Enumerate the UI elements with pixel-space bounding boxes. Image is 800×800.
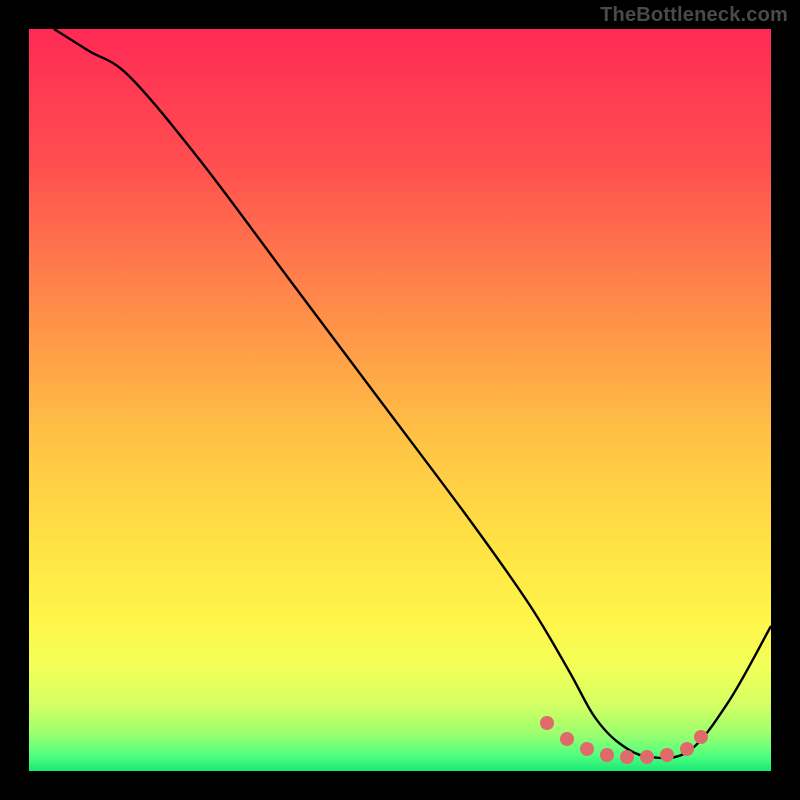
curve-marker [560, 732, 574, 746]
plot-area [29, 29, 771, 771]
chart-container: TheBottleneck.com [0, 0, 800, 800]
curve-marker [694, 730, 708, 744]
curve-marker [580, 742, 594, 756]
bottleneck-curve [29, 29, 771, 771]
curve-marker [660, 748, 674, 762]
curve-marker [620, 750, 634, 764]
curve-markers [540, 716, 708, 764]
curve-marker [600, 748, 614, 762]
plot-frame [29, 29, 771, 771]
curve-line [54, 29, 771, 758]
curve-marker [640, 750, 654, 764]
curve-marker [680, 742, 694, 756]
curve-marker [540, 716, 554, 730]
watermark-label: TheBottleneck.com [600, 4, 788, 27]
